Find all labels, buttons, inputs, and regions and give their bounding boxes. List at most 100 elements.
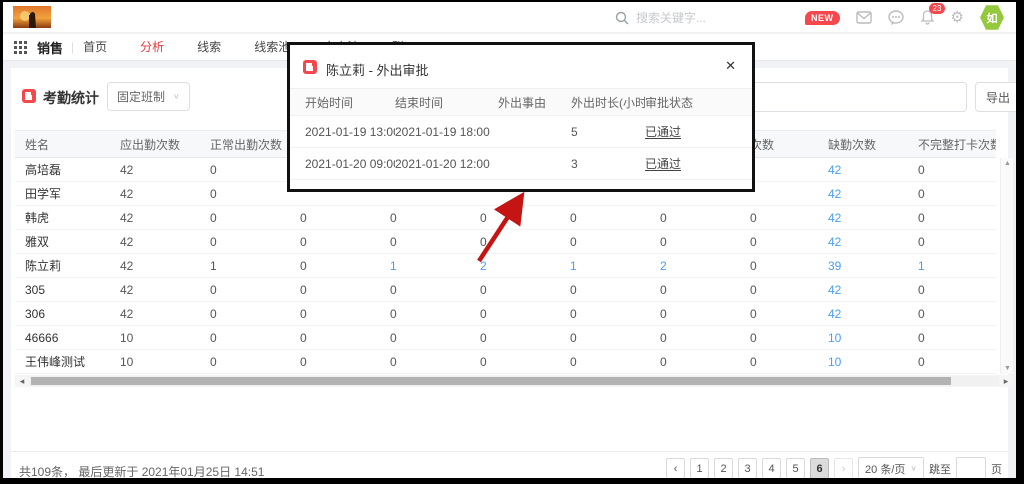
new-badge[interactable]: NEW: [805, 11, 840, 25]
close-icon[interactable]: ✕: [725, 58, 736, 74]
count-cell: 42: [110, 235, 200, 249]
table-row: 陈立莉421012120391: [15, 254, 996, 278]
count-link[interactable]: 42: [818, 211, 908, 225]
scroll-down-icon[interactable]: ▼: [1004, 365, 1011, 372]
count-cell: 0: [560, 235, 650, 249]
modal-cell: 2021-01-19 13:00: [290, 125, 395, 139]
chat-icon[interactable]: [888, 10, 904, 25]
prev-page-button[interactable]: ‹: [666, 458, 685, 479]
outing-approval-modal: 陈立莉 - 外出审批 ✕ 开始时间结束时间外出事由外出时长(小时)审批状态 20…: [287, 42, 755, 192]
count-cell: 0: [740, 211, 818, 225]
count-link[interactable]: 42: [818, 307, 908, 321]
export-button[interactable]: 导出: [975, 82, 1021, 112]
page-button-3[interactable]: 3: [738, 458, 757, 479]
nav-item-1[interactable]: 分析: [140, 40, 164, 54]
jump-page-input[interactable]: [956, 457, 986, 480]
company-logo[interactable]: [13, 6, 51, 28]
topbar-icons: NEW 23 ⚙: [805, 2, 1004, 33]
modal-column-header: 外出时长(小时): [565, 94, 645, 111]
column-header: 应出勤次数: [110, 136, 200, 153]
count-cell: 42: [110, 283, 200, 297]
horizontal-scrollbar[interactable]: ◂ ▸: [15, 375, 1013, 387]
count-cell: 0: [908, 211, 996, 225]
count-cell: 0: [650, 235, 740, 249]
pagination: ‹ 123456 › 20 条/页 ∨ 跳至 页: [666, 457, 1002, 480]
count-cell: 0: [560, 307, 650, 321]
count-link[interactable]: 42: [818, 235, 908, 249]
horizontal-scroll-thumb[interactable]: [31, 377, 951, 385]
employee-name: 韩虎: [15, 209, 110, 226]
count-cell: 0: [470, 331, 560, 345]
count-cell: 0: [908, 331, 996, 345]
count-cell: 0: [650, 307, 740, 321]
count-cell: 0: [470, 355, 560, 369]
next-page-button[interactable]: ›: [834, 458, 853, 479]
page-button-2[interactable]: 2: [714, 458, 733, 479]
modal-cell: 2021-01-19 18:00: [395, 125, 498, 139]
count-cell: 0: [200, 211, 290, 225]
modal-cell: 5: [565, 125, 645, 139]
count-cell: 42: [110, 163, 200, 177]
vertical-scrollbar[interactable]: ▲ ▼: [1000, 158, 1013, 374]
modal-table-body: 2021-01-19 13:002021-01-19 18:005已通过2021…: [290, 116, 752, 180]
record-summary: 共109条， 最后更新于 2021年01月25日 14:51: [19, 463, 264, 480]
nav-item-0[interactable]: 首页: [83, 40, 107, 54]
count-cell: 0: [380, 355, 470, 369]
count-link[interactable]: 2: [470, 259, 560, 273]
nav-item-2[interactable]: 线索: [197, 40, 221, 54]
scroll-right-icon[interactable]: ▸: [999, 376, 1013, 387]
nav-item-3[interactable]: 线索池: [254, 40, 290, 54]
count-link[interactable]: 42: [818, 187, 908, 201]
count-link[interactable]: 1: [380, 259, 470, 273]
column-header: 正常出勤次数: [200, 136, 290, 153]
global-search[interactable]: 搜索关键字...: [615, 2, 706, 33]
nav-divider: |: [71, 40, 74, 54]
mail-icon[interactable]: [856, 11, 872, 24]
nav-app-label[interactable]: 销售: [37, 38, 63, 57]
notifications-bell[interactable]: 23: [920, 10, 935, 25]
search-placeholder: 搜索关键字...: [636, 9, 706, 26]
modal-column-header: 外出事由: [498, 94, 565, 111]
employee-name: 高培磊: [15, 161, 110, 178]
page-button-6[interactable]: 6: [810, 458, 829, 479]
count-cell: 10: [110, 355, 200, 369]
count-link[interactable]: 10: [818, 331, 908, 345]
count-cell: 0: [560, 331, 650, 345]
page-button-1[interactable]: 1: [690, 458, 709, 479]
scroll-left-icon[interactable]: ◂: [15, 376, 29, 387]
user-avatar[interactable]: 如: [980, 5, 1004, 31]
modal-table-row: 2021-01-19 13:002021-01-19 18:00 5已通过: [290, 116, 752, 148]
count-cell: 0: [290, 235, 380, 249]
count-cell: 0: [380, 235, 470, 249]
page-button-5[interactable]: 5: [786, 458, 805, 479]
page-button-4[interactable]: 4: [762, 458, 781, 479]
column-header: 缺勤次数: [818, 136, 908, 153]
count-cell: 0: [908, 163, 996, 177]
logo-image: [13, 6, 51, 28]
apps-grid-icon[interactable]: [14, 41, 27, 54]
horizontal-scroll-track[interactable]: [29, 376, 999, 386]
count-link[interactable]: 2: [650, 259, 740, 273]
count-link[interactable]: 42: [818, 163, 908, 177]
count-link[interactable]: 1: [908, 259, 996, 273]
count-cell: 0: [200, 283, 290, 297]
count-cell: 0: [560, 211, 650, 225]
approval-status[interactable]: 已通过: [645, 123, 735, 140]
page-size-select[interactable]: 20 条/页 ∨: [858, 457, 924, 480]
count-link[interactable]: 39: [818, 259, 908, 273]
count-cell: 0: [470, 307, 560, 321]
count-link[interactable]: 42: [818, 283, 908, 297]
employee-name: 306: [15, 307, 110, 321]
count-link[interactable]: 1: [560, 259, 650, 273]
settings-gear-icon[interactable]: ⚙: [951, 10, 964, 25]
approval-status[interactable]: 已通过: [645, 155, 735, 172]
count-cell: 0: [650, 355, 740, 369]
shift-type-select[interactable]: 固定班制 ∨: [107, 82, 190, 111]
count-link[interactable]: 10: [818, 355, 908, 369]
count-cell: 0: [380, 331, 470, 345]
count-cell: 0: [200, 235, 290, 249]
scroll-up-icon[interactable]: ▲: [1004, 160, 1011, 167]
modal-title: 陈立莉 - 外出审批: [326, 60, 429, 79]
page-buttons: 123456: [690, 458, 829, 479]
count-cell: 0: [908, 187, 996, 201]
